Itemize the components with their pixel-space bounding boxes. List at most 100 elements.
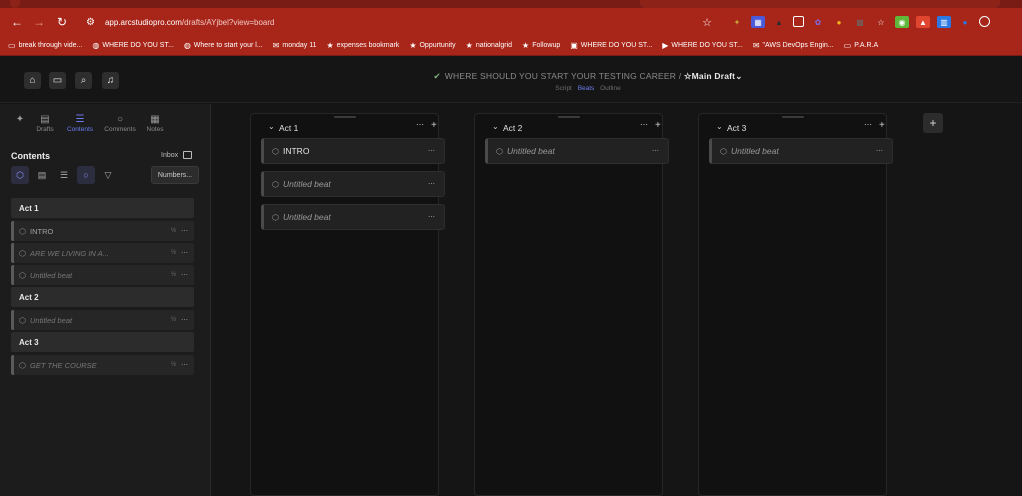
outline-beat[interactable]: ⬡ INTRO ½ ⋯ xyxy=(11,221,194,241)
tab-comments[interactable]: ○ Comments xyxy=(100,114,140,133)
extension-icon[interactable]: ▲ xyxy=(916,16,930,28)
bookmark-item[interactable]: ▶ WHERE DO YOU ST... xyxy=(662,41,743,50)
bookmark-item[interactable]: ▣ WHERE DO YOU ST... xyxy=(570,41,652,50)
funnel-icon[interactable]: ▽ xyxy=(99,166,117,184)
add-beat-icon[interactable]: + xyxy=(655,120,661,131)
extension-icon[interactable]: ▥ xyxy=(937,16,951,28)
more-options-icon[interactable]: ⋯ xyxy=(864,120,872,129)
tab-notes[interactable]: ▦ Notes xyxy=(140,114,170,133)
more-options-icon[interactable]: ⋯ xyxy=(181,361,188,369)
document-title[interactable]: ✔ WHERE SHOULD YOU START YOUR TESTING CAR… xyxy=(0,71,1022,82)
more-options-icon[interactable]: ⋯ xyxy=(428,180,435,188)
beat-label: Untitled beat xyxy=(29,315,73,325)
drag-handle-icon[interactable] xyxy=(334,116,356,118)
bookmark-item[interactable]: ✉ monday 11 xyxy=(273,41,317,50)
chevron-down-icon[interactable]: ⌄ xyxy=(492,122,499,131)
add-beat-icon[interactable]: + xyxy=(431,120,437,131)
bookmark-item[interactable]: ◍ Where to start your l... xyxy=(184,41,263,50)
url-bar[interactable]: ⚙ app.arcstudiopro.com /drafts/AYjbel?vi… xyxy=(80,11,722,33)
more-options-icon[interactable]: ⋯ xyxy=(652,147,659,155)
more-options-icon[interactable]: ⋯ xyxy=(181,271,188,279)
scenes-filter-icon[interactable]: ▤ xyxy=(33,166,51,184)
sidebar: ✦ ▤ Drafts ☰ Contents ○ Comments ▦ Notes Con… xyxy=(0,104,211,496)
column-title[interactable]: Act 2 xyxy=(503,123,522,133)
outline-beat[interactable]: ⬡ Untitled beat ½ ⋯ xyxy=(11,310,194,330)
outline-beat[interactable]: ⬡ ARE WE LIVING IN A... ½ ⋯ xyxy=(11,243,194,263)
tab-script[interactable]: Script xyxy=(555,85,572,92)
outline-act[interactable]: Act 2 xyxy=(11,287,194,307)
browser-tab[interactable] xyxy=(640,0,1000,8)
chevron-down-icon[interactable]: ⌄ xyxy=(268,122,275,131)
extension-icon[interactable]: ▲ xyxy=(772,16,786,28)
forward-icon[interactable]: → xyxy=(30,13,48,31)
outline-act[interactable]: Act 1 xyxy=(11,198,194,218)
chevron-down-icon[interactable]: ⌄ xyxy=(716,122,723,131)
beat-card[interactable]: ⬡ Untitled beat ⋯ xyxy=(709,138,893,164)
extension-icon[interactable]: ✦ xyxy=(730,16,744,28)
bookmark-item[interactable]: ★ Oppurtunity xyxy=(409,41,455,50)
outline-beat[interactable]: ⬡ GET THE COURSE ½ ⋯ xyxy=(11,355,194,375)
profile-icon[interactable] xyxy=(979,16,990,27)
bookmark-item[interactable]: ★ Followup xyxy=(522,41,560,50)
more-options-icon[interactable]: ⋯ xyxy=(181,316,188,324)
site-settings-icon[interactable]: ⚙ xyxy=(86,17,95,28)
outline-act[interactable]: Act 3 xyxy=(11,332,194,352)
more-options-icon[interactable]: ⋯ xyxy=(640,120,648,129)
extension-icon[interactable]: ◉ xyxy=(895,16,909,28)
column-title[interactable]: Act 3 xyxy=(727,123,746,133)
bookmark-item[interactable]: ★ nationalgrid xyxy=(466,41,512,50)
tab-beats[interactable]: Beats xyxy=(578,85,595,92)
column-title[interactable]: Act 1 xyxy=(279,123,298,133)
more-options-icon[interactable]: ⋯ xyxy=(416,120,424,129)
extension-icon[interactable]: ▦ xyxy=(751,16,765,28)
bookmark-item[interactable]: ★ expenses bookmark xyxy=(326,41,399,50)
extension-icon[interactable]: ● xyxy=(832,16,846,28)
beat-icon: ⬡ xyxy=(19,360,26,370)
more-options-icon[interactable]: ⋯ xyxy=(428,147,435,155)
more-options-icon[interactable]: ⋯ xyxy=(181,249,188,257)
pin-tab[interactable]: ✦ xyxy=(10,114,30,133)
draft-selector[interactable]: ☆Main Draft⌄ xyxy=(684,71,743,81)
outline-beat[interactable]: ⬡ Untitled beat ½ ⋯ xyxy=(11,265,194,285)
tab-label: Drafts xyxy=(36,126,54,133)
more-options-icon[interactable]: ⋯ xyxy=(876,147,883,155)
comments-filter-icon[interactable]: ○ xyxy=(77,166,95,184)
tab-contents[interactable]: ☰ Contents xyxy=(60,114,100,133)
bookmark-item[interactable]: ✉ "AWS DevOps Engin... xyxy=(753,41,834,50)
beat-card[interactable]: ⬡ INTRO ⋯ xyxy=(261,138,445,164)
drag-handle-icon[interactable] xyxy=(558,116,580,118)
inbox-button[interactable]: Inbox xyxy=(161,151,193,159)
tab-drafts[interactable]: ▤ Drafts xyxy=(30,114,60,133)
bookmark-icon[interactable]: ☆ xyxy=(874,16,888,28)
add-column-button[interactable]: + xyxy=(923,113,943,133)
browser-tab[interactable] xyxy=(10,0,20,8)
reload-icon[interactable]: ↻ xyxy=(53,13,71,31)
extension-icon[interactable]: ✿ xyxy=(811,16,825,28)
extension-icon[interactable]: ▩ xyxy=(853,16,867,28)
beat-card[interactable]: ⬡ Untitled beat ⋯ xyxy=(261,204,445,230)
list-filter-icon[interactable]: ☰ xyxy=(55,166,73,184)
beats-filter-icon[interactable]: ⬡ xyxy=(11,166,29,184)
inbox-label: Inbox xyxy=(161,151,179,159)
bookmark-item[interactable]: ◍ WHERE DO YOU ST... xyxy=(92,41,173,50)
tab-outline[interactable]: Outline xyxy=(600,85,621,92)
draft-label: Main Draft xyxy=(691,71,736,81)
globe-icon: ◍ xyxy=(92,41,100,50)
beat-card[interactable]: ⬡ Untitled beat ⋯ xyxy=(485,138,669,164)
bookmark-label: P.A.R.A xyxy=(854,42,879,49)
extension-icon[interactable] xyxy=(793,16,804,27)
more-options-icon[interactable]: ⋯ xyxy=(428,213,435,221)
beat-icon: ⬡ xyxy=(19,226,26,236)
bookmark-star-icon[interactable]: ☆ xyxy=(702,16,712,29)
beat-icon: ⬡ xyxy=(720,146,727,156)
numbers-button[interactable]: Numbers... xyxy=(151,166,199,184)
add-beat-icon[interactable]: + xyxy=(879,120,885,131)
extension-icon[interactable]: ● xyxy=(958,16,972,28)
bookmark-item[interactable]: ▭ break through vide... xyxy=(8,41,82,50)
more-options-icon[interactable]: ⋯ xyxy=(181,227,188,235)
back-icon[interactable]: ← xyxy=(8,13,26,31)
beat-card[interactable]: ⬡ Untitled beat ⋯ xyxy=(261,171,445,197)
inbox-icon xyxy=(183,151,193,159)
drag-handle-icon[interactable] xyxy=(782,116,804,118)
bookmark-item[interactable]: ▭ P.A.R.A xyxy=(844,41,879,50)
